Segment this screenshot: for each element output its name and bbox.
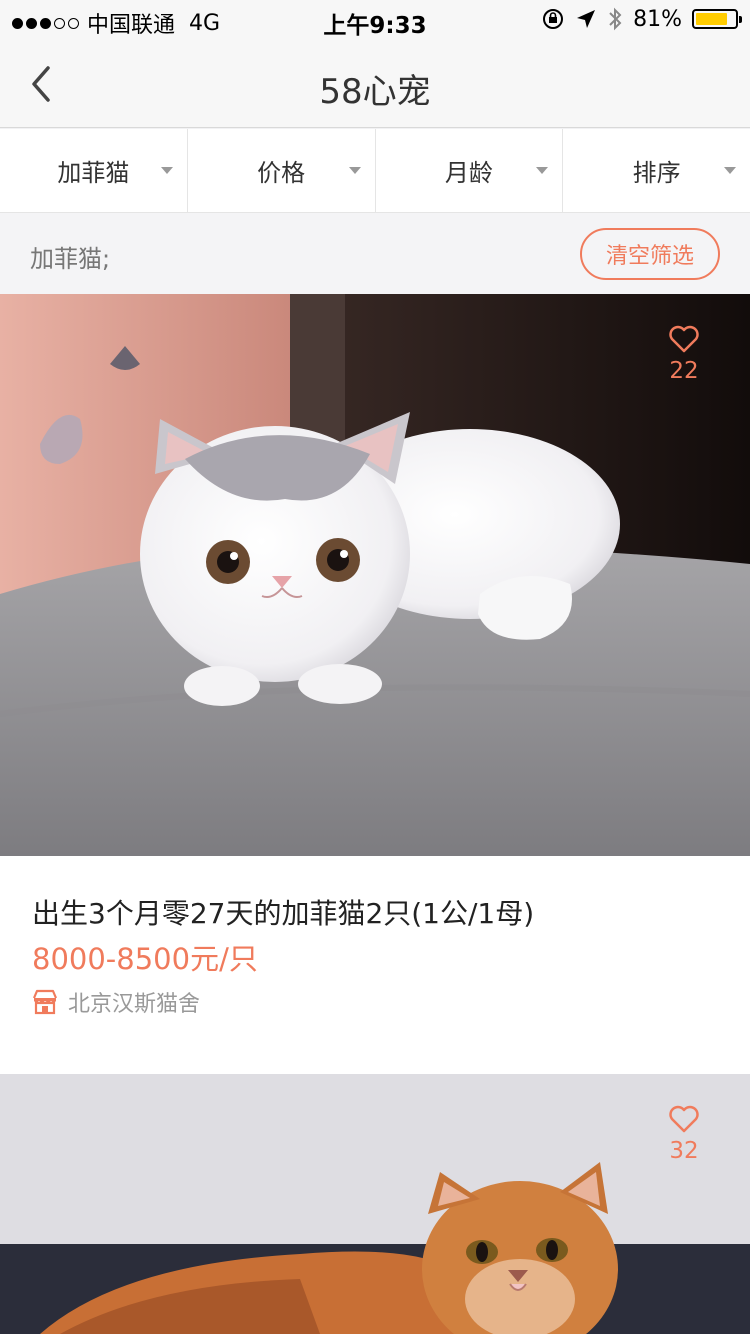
dropdown-triangle-icon [348,167,361,174]
orange-cat-photo [0,1074,750,1334]
shop-icon [32,989,58,1015]
like-button[interactable]: 32 [652,1104,716,1164]
battery-fill [696,13,727,25]
filter-label: 排序 [632,159,681,187]
like-count: 32 [669,1138,699,1164]
battery-percent: 81% [633,6,682,32]
heart-icon [669,325,699,353]
listing-card[interactable]: 32 [0,1074,750,1334]
dropdown-triangle-icon [160,167,173,174]
listing-photo[interactable]: 22 [0,294,750,856]
listing-title[interactable]: 出生3个月零27天的加菲猫2只(1公/1母) [32,892,534,932]
active-filters-row: 加菲猫; 清空筛选 [0,213,750,294]
status-right: 81% [541,6,742,32]
clear-filters-button[interactable]: 清空筛选 [580,228,720,280]
like-button[interactable]: 22 [652,324,716,384]
status-bar: 中国联通 4G 上午9:33 81% [0,0,750,40]
listing-price: 8000-8500元/只 [32,942,258,976]
orientation-lock-icon [543,9,564,29]
dropdown-triangle-icon [536,167,549,174]
listing-photo[interactable]: 32 [0,1074,750,1334]
listing-card[interactable]: 22 出生3个月零27天的加菲猫2只(1公/1母) 8000-8500元/只 北… [0,294,750,1074]
listing-shop[interactable]: 北京汉斯猫舍 [32,986,200,1018]
location-arrow-icon [577,10,596,28]
filter-bar: 加菲猫 价格 月龄 排序 [0,129,750,213]
filter-label: 加菲猫 [57,159,130,187]
navigation-bar: 58心宠 [0,40,750,128]
filter-label: 月龄 [444,159,493,187]
active-filters-text: 加菲猫; [30,245,111,273]
like-count: 22 [669,358,699,384]
dropdown-triangle-icon [724,167,736,174]
page-title: 58心宠 [319,72,431,112]
bluetooth-icon [609,7,622,31]
filter-label: 价格 [257,159,306,187]
filter-sort-dropdown[interactable]: 排序 [563,129,750,212]
filter-price-dropdown[interactable]: 价格 [188,129,376,212]
app-screen: 中国联通 4G 上午9:33 81% 58心宠 加菲猫 价格 月龄 排序 加菲猫… [0,0,750,1334]
white-kitten-photo [0,294,750,856]
battery-icon [692,9,742,29]
filter-age-dropdown[interactable]: 月龄 [376,129,564,212]
shop-name: 北京汉斯猫舍 [68,992,201,1017]
filter-breed-dropdown[interactable]: 加菲猫 [0,129,188,212]
heart-icon [669,1105,699,1133]
